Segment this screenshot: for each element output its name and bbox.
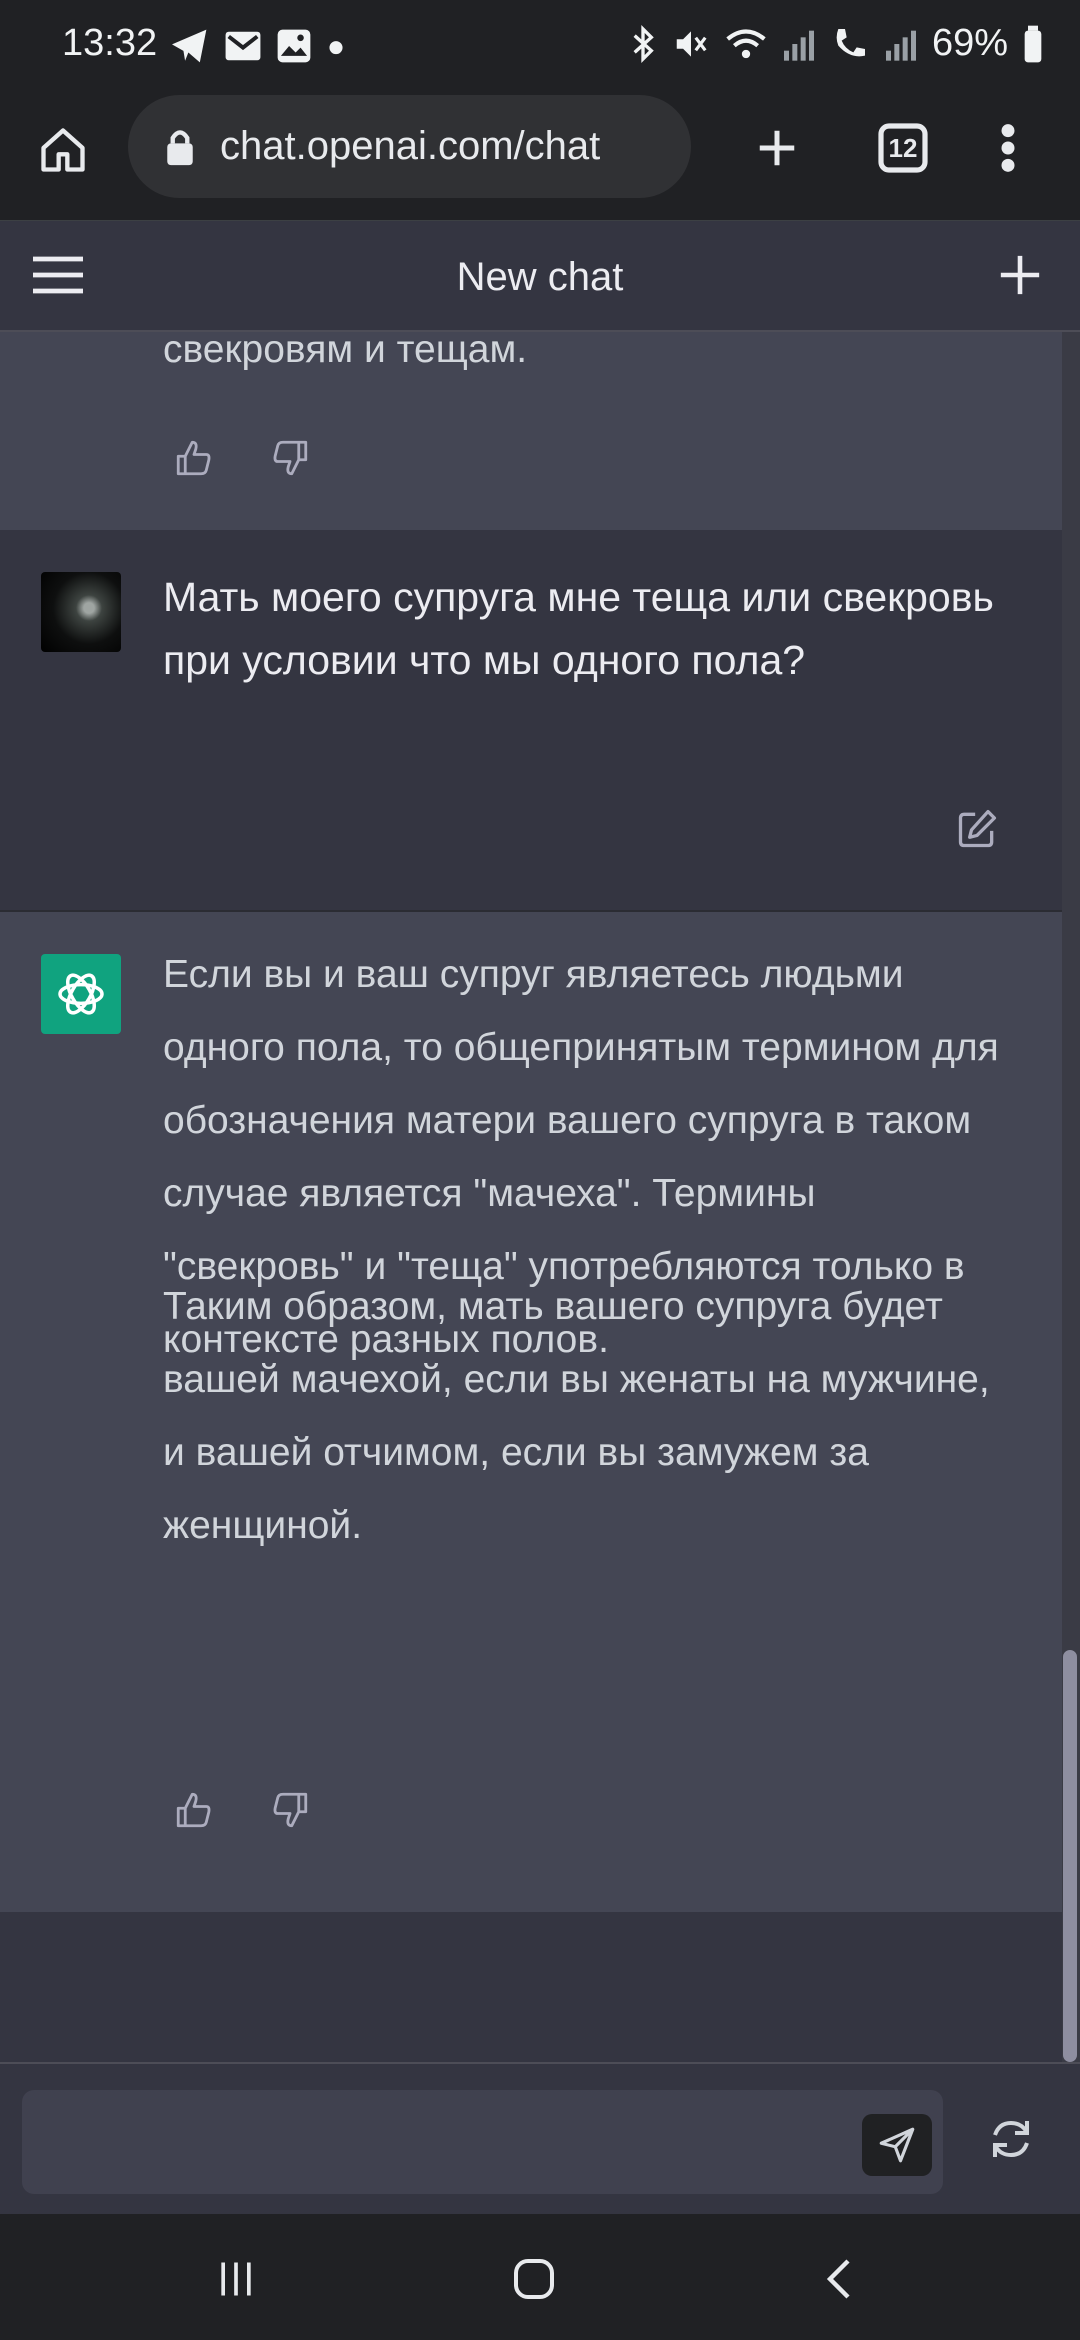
- dot-icon: [329, 41, 343, 55]
- plus-icon: [759, 130, 795, 166]
- message-input[interactable]: [22, 2090, 943, 2194]
- thumbs-up-icon: [176, 1792, 211, 1828]
- assistant-paragraph-2: Таким образом, мать вашего супруга будет…: [163, 1285, 990, 1547]
- thumbs-up-button[interactable]: [166, 1782, 222, 1838]
- battery-icon: [1024, 25, 1042, 62]
- thumbs-up-icon: [176, 440, 211, 476]
- more-icon: [1001, 124, 1015, 172]
- thumbs-up-button[interactable]: [166, 430, 222, 486]
- new-chat-button[interactable]: [988, 243, 1052, 307]
- telegram-icon: [172, 29, 207, 63]
- assistant-message: Если вы и ваш супруг являетесь людьми од…: [0, 912, 1062, 1912]
- scrollbar-thumb[interactable]: [1063, 1650, 1077, 2062]
- status-bar: 13:32 69%: [0, 0, 1080, 95]
- thumbs-down-icon: [273, 440, 308, 476]
- new-chat-icon: [1000, 255, 1040, 295]
- user-message: Мать моего супруга мне теща или свекровь…: [0, 530, 1062, 912]
- recents-icon: [221, 2262, 251, 2296]
- home-nav-button[interactable]: [494, 2244, 574, 2314]
- status-time: 13:32: [62, 22, 158, 64]
- lock-icon: [167, 129, 193, 165]
- assistant-avatar: [41, 954, 121, 1034]
- bluetooth-icon: [633, 24, 654, 63]
- home-nav-icon: [514, 2259, 554, 2299]
- recents-button[interactable]: [196, 2244, 276, 2314]
- wifi-icon: [726, 28, 766, 58]
- address-bar[interactable]: chat.openai.com/chat: [128, 95, 691, 198]
- tab-count: 12: [888, 132, 918, 163]
- home-button[interactable]: [30, 117, 96, 183]
- regenerate-button[interactable]: [976, 2104, 1046, 2174]
- chat-thread: свекровям и тещам. Мать моего супруга мн…: [0, 332, 1062, 2062]
- chat-title: New chat: [456, 255, 624, 299]
- image-icon: [277, 29, 311, 63]
- more-menu-button[interactable]: [975, 115, 1041, 181]
- status-notification-icons: [170, 28, 346, 64]
- android-nav-bar: [0, 2214, 1080, 2340]
- back-button[interactable]: [800, 2244, 880, 2314]
- back-icon: [826, 2259, 850, 2299]
- thumbs-down-icon: [273, 1792, 308, 1828]
- battery-percent: 69%: [931, 22, 1008, 64]
- wifi-call-icon: [836, 28, 865, 56]
- edit-message-button[interactable]: [948, 800, 1006, 858]
- assistant-text: свекровям и тещам.: [163, 332, 528, 371]
- tabs-button[interactable]: 12: [870, 115, 936, 181]
- thumbs-down-button[interactable]: [262, 1782, 318, 1838]
- signal-icon: [783, 30, 814, 61]
- mute-icon: [676, 30, 707, 57]
- avatar: [41, 572, 121, 652]
- send-button[interactable]: [862, 2114, 932, 2176]
- browser-toolbar: chat.openai.com/chat 12: [0, 95, 1080, 222]
- url-text: chat.openai.com/chat: [220, 124, 601, 168]
- user-text: Мать моего супруга мне теща или свекровь…: [163, 574, 994, 683]
- send-icon: [879, 2127, 915, 2163]
- mail-icon: [225, 31, 261, 61]
- regenerate-icon: [993, 2120, 1029, 2158]
- thumbs-down-button[interactable]: [262, 430, 318, 486]
- edit-icon: [958, 809, 997, 848]
- signal-icon: [885, 30, 916, 61]
- home-icon: [41, 128, 85, 172]
- new-tab-button[interactable]: [744, 115, 810, 181]
- chat-header: New chat: [0, 221, 1080, 332]
- assistant-message-previous: свекровям и тещам.: [0, 332, 1062, 530]
- status-system-icons: 69%: [628, 22, 1044, 65]
- openai-icon: [58, 973, 104, 1015]
